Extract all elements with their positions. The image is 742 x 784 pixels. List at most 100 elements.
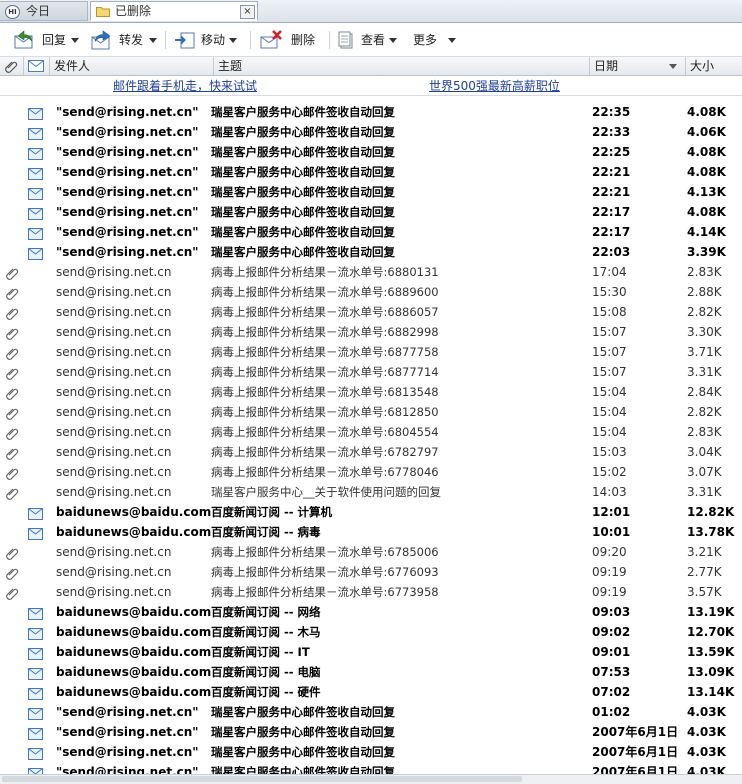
reply-icon: [14, 30, 33, 49]
col-from[interactable]: 发件人: [50, 57, 214, 75]
ad-link-jobs[interactable]: 世界500强最新高薪职位: [429, 77, 560, 94]
message-row[interactable]: baidunews@baidu.com 百度新闻订阅 -- 病毒 10:01 13.7…: [0, 522, 742, 542]
message-date: 15:03: [592, 445, 627, 459]
message-row[interactable]: send@rising.net.cn 病毒上报邮件分析结果－流水单号:681285…: [0, 402, 742, 422]
message-from: send@rising.net.cn: [56, 545, 172, 559]
more-button[interactable]: 更多: [413, 29, 459, 51]
message-row[interactable]: send@rising.net.cn 病毒上报邮件分析结果－流水单号:677395…: [0, 582, 742, 602]
message-row[interactable]: baidunews@baidu.com 百度新闻订阅 -- 硬件 07:02 13.1…: [0, 682, 742, 702]
message-from: send@rising.net.cn: [56, 305, 172, 319]
chevron-down-icon[interactable]: [448, 38, 456, 43]
message-row[interactable]: send@rising.net.cn 病毒上报邮件分析结果－流水单号:688299…: [0, 322, 742, 342]
chevron-down-icon[interactable]: [389, 38, 397, 43]
message-row[interactable]: "send@rising.net.cn" 瑞星客户服务中心邮件签收自动回复 22:2…: [0, 142, 742, 162]
message-row[interactable]: send@rising.net.cn 病毒上报邮件分析结果－流水单号:678279…: [0, 442, 742, 462]
close-icon[interactable]: ×: [240, 5, 255, 19]
chevron-down-icon[interactable]: [71, 38, 79, 43]
message-subject: 瑞星客户服务中心__关于软件使用问题的回复: [211, 485, 441, 499]
message-date: 15:04: [592, 385, 627, 399]
message-row[interactable]: send@rising.net.cn 病毒上报邮件分析结果－流水单号:688605…: [0, 302, 742, 322]
message-size: 12.82K: [687, 505, 735, 519]
message-from: "send@rising.net.cn": [56, 165, 199, 179]
message-row[interactable]: send@rising.net.cn 瑞星客户服务中心__关于软件使用问题的回复 1…: [0, 482, 742, 502]
move-button[interactable]: 移动: [174, 29, 240, 51]
tab-today[interactable]: HI 今日: [0, 1, 88, 21]
message-subject: 病毒上报邮件分析结果－流水单号:6812850: [211, 405, 439, 419]
message-row[interactable]: "send@rising.net.cn" 瑞星客户服务中心邮件签收自动回复 2007…: [0, 722, 742, 742]
delete-button[interactable]: 删除: [259, 29, 319, 51]
message-row[interactable]: baidunews@baidu.com 百度新闻订阅 -- IT 09:01 13.5…: [0, 642, 742, 662]
message-size: 2.83K: [687, 265, 722, 279]
message-size: 3.04K: [687, 445, 722, 459]
scrollbar-thumb[interactable]: [2, 776, 522, 782]
message-size: 12.70K: [687, 625, 735, 639]
view-button[interactable]: 查看: [338, 29, 400, 51]
paperclip-icon: [5, 61, 18, 73]
message-row[interactable]: "send@rising.net.cn" 瑞星客户服务中心邮件签收自动回复 22:1…: [0, 222, 742, 242]
chevron-down-icon[interactable]: [149, 38, 157, 43]
message-date: 22:33: [592, 125, 631, 139]
tab-deleted[interactable]: 已删除 ×: [90, 1, 258, 21]
message-subject: 病毒上报邮件分析结果－流水单号:6813548: [211, 385, 439, 399]
message-row[interactable]: "send@rising.net.cn" 瑞星客户服务中心邮件签收自动回复 2007…: [0, 742, 742, 762]
col-size[interactable]: 大小: [686, 57, 742, 75]
message-from: "send@rising.net.cn": [56, 125, 199, 139]
col-date[interactable]: 日期: [590, 57, 686, 75]
message-row[interactable]: "send@rising.net.cn" 瑞星客户服务中心邮件签收自动回复 2007…: [0, 762, 742, 774]
message-subject: 瑞星客户服务中心邮件签收自动回复: [211, 725, 395, 739]
message-date: 09:20: [592, 545, 627, 559]
message-subject: 病毒上报邮件分析结果－流水单号:6889600: [211, 285, 439, 299]
message-date: 17:04: [592, 265, 627, 279]
message-row[interactable]: "send@rising.net.cn" 瑞星客户服务中心邮件签收自动回复 22:1…: [0, 202, 742, 222]
ad-link-mobile[interactable]: 邮件跟着手机走，快来试试: [113, 77, 257, 94]
message-date: 22:35: [592, 105, 631, 119]
message-row[interactable]: send@rising.net.cn 病毒上报邮件分析结果－流水单号:677804…: [0, 462, 742, 482]
message-row[interactable]: baidunews@baidu.com 百度新闻订阅 -- 计算机 12:01 12.…: [0, 502, 742, 522]
message-row[interactable]: send@rising.net.cn 病毒上报邮件分析结果－流水单号:687775…: [0, 342, 742, 362]
message-row[interactable]: send@rising.net.cn 病毒上报邮件分析结果－流水单号:678500…: [0, 542, 742, 562]
message-row[interactable]: baidunews@baidu.com 百度新闻订阅 -- 电脑 07:53 13.0…: [0, 662, 742, 682]
message-size: 3.30K: [687, 325, 722, 339]
col-subject[interactable]: 主题: [214, 57, 590, 75]
message-row[interactable]: send@rising.net.cn 病毒上报邮件分析结果－流水单号:681354…: [0, 382, 742, 402]
message-size: 13.09K: [687, 665, 735, 679]
message-size: 4.08K: [687, 105, 726, 119]
message-from: "send@rising.net.cn": [56, 185, 199, 199]
chevron-down-icon[interactable]: [229, 38, 237, 43]
message-subject: 瑞星客户服务中心邮件签收自动回复: [211, 225, 395, 239]
toolbar-divider: [165, 31, 166, 49]
col-read-status[interactable]: [24, 57, 50, 75]
message-row[interactable]: "send@rising.net.cn" 瑞星客户服务中心邮件签收自动回复 22:2…: [0, 182, 742, 202]
message-date: 2007年6月1日: [592, 745, 679, 759]
message-row[interactable]: "send@rising.net.cn" 瑞星客户服务中心邮件签收自动回复 01:0…: [0, 702, 742, 722]
message-from: send@rising.net.cn: [56, 585, 172, 599]
message-size: 3.31K: [687, 365, 722, 379]
message-from: baidunews@baidu.com: [56, 605, 212, 619]
forward-button[interactable]: 转发: [90, 29, 158, 51]
message-row[interactable]: "send@rising.net.cn" 瑞星客户服务中心邮件签收自动回复 22:3…: [0, 102, 742, 122]
col-attachment[interactable]: [0, 57, 24, 75]
message-date: 15:04: [592, 405, 627, 419]
message-date: 15:30: [592, 285, 627, 299]
message-row[interactable]: "send@rising.net.cn" 瑞星客户服务中心邮件签收自动回复 22:3…: [0, 122, 742, 142]
reply-label: 回复: [42, 33, 67, 47]
message-date: 12:01: [592, 505, 631, 519]
message-row[interactable]: send@rising.net.cn 病毒上报邮件分析结果－流水单号:680455…: [0, 422, 742, 442]
message-date: 2007年6月1日: [592, 765, 679, 774]
message-row[interactable]: "send@rising.net.cn" 瑞星客户服务中心邮件签收自动回复 22:0…: [0, 242, 742, 262]
message-subject: 瑞星客户服务中心邮件签收自动回复: [211, 185, 395, 199]
message-row[interactable]: baidunews@baidu.com 百度新闻订阅 -- 木马 09:02 12.7…: [0, 622, 742, 642]
message-from: baidunews@baidu.com: [56, 625, 212, 639]
message-row[interactable]: send@rising.net.cn 病毒上报邮件分析结果－流水单号:688960…: [0, 282, 742, 302]
message-subject: 瑞星客户服务中心邮件签收自动回复: [211, 205, 395, 219]
message-row[interactable]: send@rising.net.cn 病毒上报邮件分析结果－流水单号:677609…: [0, 562, 742, 582]
message-from: send@rising.net.cn: [56, 385, 172, 399]
message-row[interactable]: "send@rising.net.cn" 瑞星客户服务中心邮件签收自动回复 22:2…: [0, 162, 742, 182]
message-row[interactable]: send@rising.net.cn 病毒上报邮件分析结果－流水单号:687771…: [0, 362, 742, 382]
message-from: baidunews@baidu.com: [56, 645, 212, 659]
message-size: 3.57K: [687, 585, 722, 599]
reply-button[interactable]: 回复: [12, 29, 80, 51]
message-size: 3.39K: [687, 245, 726, 259]
message-row[interactable]: baidunews@baidu.com 百度新闻订阅 -- 网络 09:03 13.1…: [0, 602, 742, 622]
message-row[interactable]: send@rising.net.cn 病毒上报邮件分析结果－流水单号:688013…: [0, 262, 742, 282]
